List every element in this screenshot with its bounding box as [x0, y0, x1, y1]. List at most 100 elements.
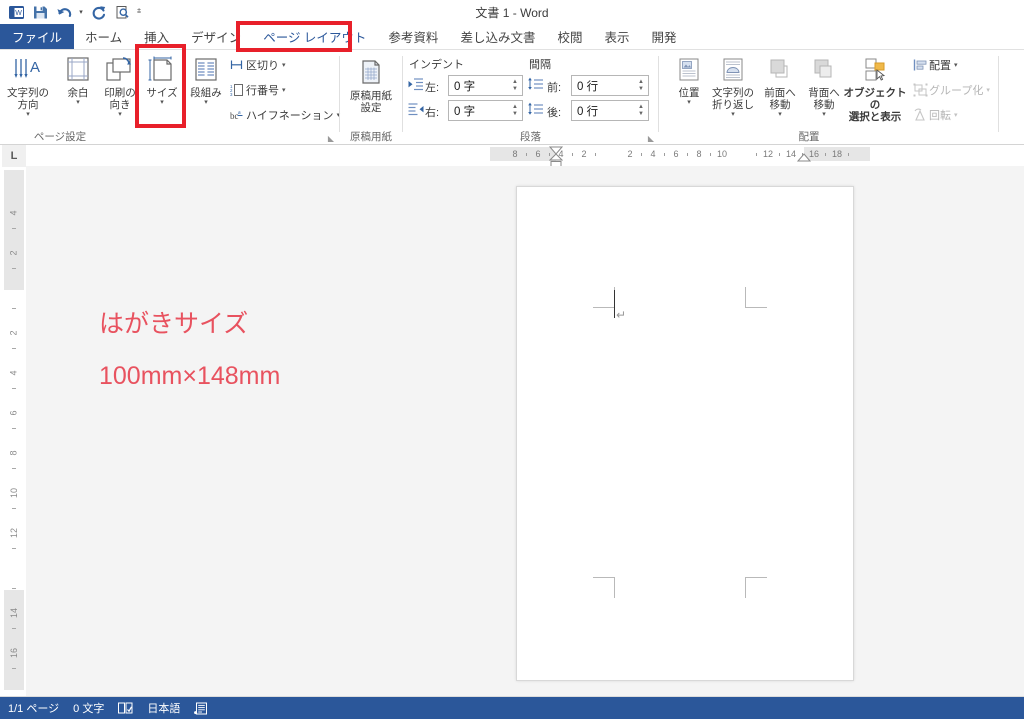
line-numbers-button[interactable]: 123 行番号 ▾ [228, 80, 286, 100]
tab-design[interactable]: デザイン [180, 24, 252, 49]
quick-access-toolbar: W ▾ ⩲ 文書 1 - Word [0, 0, 1024, 24]
vruler-tick [12, 548, 16, 549]
print-preview-icon[interactable] [110, 1, 134, 23]
indent-right-field[interactable]: 0 字 ▲ ▼ [448, 100, 523, 121]
columns-button[interactable]: 段組み ▾ [182, 53, 230, 106]
hruler-num-5: 4 [650, 149, 656, 159]
wrap-text-icon [718, 53, 748, 85]
group-caret-icon[interactable]: ▾ [986, 86, 990, 94]
manuscript-settings-label: 原稿用紙 設定 [350, 90, 392, 114]
group-button[interactable]: グループ化 ▾ [911, 80, 990, 100]
vruler-num-7: 12 [8, 527, 19, 539]
annotation-line-1: はがきサイズ [99, 310, 249, 338]
breaks-button[interactable]: 区切り ▾ [228, 55, 286, 75]
status-bar: 1/1 ページ 0 文字 日本語 [0, 697, 1024, 719]
vruler-tick [12, 308, 16, 309]
indent-left-stepper[interactable]: ▲ ▼ [508, 76, 522, 95]
horizontal-ruler[interactable]: 8 6 4 2 2 4 6 8 10 12 14 16 18 [26, 146, 1024, 168]
vruler-num-0: 4 [8, 210, 19, 216]
spacing-before-field[interactable]: 0 行 ▲ ▼ [571, 75, 649, 96]
hruler-tick [572, 153, 573, 156]
save-icon[interactable] [28, 1, 52, 23]
word-application-window: W ▾ ⩲ 文書 1 - Word ファイル ホーム 挿入 デザイン ページ レ… [0, 0, 1024, 719]
vruler-tick [12, 268, 16, 269]
indent-left-icon [408, 77, 424, 96]
vertical-ruler[interactable]: 4 2 2 4 6 8 10 12 14 16 [4, 170, 24, 690]
tab-review[interactable]: 校閲 [546, 24, 593, 49]
orientation-button[interactable]: 印刷の 向き ▾ [96, 53, 144, 118]
macro-recording-icon[interactable] [194, 702, 208, 715]
tab-references[interactable]: 参考資料 [377, 24, 449, 49]
tab-home[interactable]: ホーム [74, 24, 133, 49]
breaks-caret-icon[interactable]: ▾ [282, 61, 286, 69]
selection-pane-button[interactable]: オブジェクトの 選択と表示 [841, 53, 909, 123]
tab-mailings[interactable]: 差し込み文書 [449, 24, 546, 49]
hruler-tick [779, 153, 780, 156]
indent-left-value: 0 字 [454, 80, 476, 93]
proofing-errors-icon[interactable] [118, 702, 133, 715]
align-caret-icon[interactable]: ▾ [954, 61, 958, 69]
tab-file[interactable]: ファイル [0, 24, 75, 49]
group-label-arrange: 配置 [798, 131, 820, 143]
tab-view[interactable]: 表示 [593, 24, 640, 49]
position-caret-icon[interactable]: ▾ [687, 99, 691, 106]
hyphenation-button[interactable]: bc a ハイフネーション ▾ [228, 105, 341, 125]
margins-caret-icon[interactable]: ▾ [76, 99, 80, 106]
columns-label: 段組み [190, 87, 222, 99]
document-page[interactable]: ↵ [516, 186, 854, 681]
columns-caret-icon[interactable]: ▾ [204, 99, 208, 106]
spacing-after-stepper[interactable]: ▲ ▼ [634, 101, 648, 120]
position-button[interactable]: 位置 ▾ [665, 53, 713, 106]
bring-forward-caret-icon[interactable]: ▾ [778, 111, 782, 118]
tab-developer[interactable]: 開発 [640, 24, 687, 49]
wrap-text-button[interactable]: 文字列の 折り返し ▾ [709, 53, 757, 118]
send-backward-caret-icon[interactable]: ▾ [822, 111, 826, 118]
hruler-num-12: 18 [831, 149, 843, 159]
rotate-button[interactable]: 回転 ▾ [911, 105, 958, 125]
page-setup-dialog-launcher[interactable]: ◣ [328, 134, 334, 143]
tab-insert[interactable]: 挿入 [133, 24, 180, 49]
wrap-text-caret-icon[interactable]: ▾ [731, 111, 735, 118]
tab-stop-selector[interactable]: L [2, 145, 26, 167]
paragraph-mark: ↵ [616, 308, 627, 322]
ribbon-group-arrange: 位置 ▾ 文字列の 折り返し ▾ 前面へ 移動 ▾ 背面へ 移動 ▾ オブジェク… [659, 50, 999, 145]
indent-right-stepper[interactable]: ▲ ▼ [508, 101, 522, 120]
margins-button[interactable]: 余白 ▾ [54, 53, 102, 106]
ribbon-group-manuscript-paper: 原稿用紙 設定 原稿用紙 [340, 50, 402, 145]
word-logo-icon: W [4, 1, 28, 23]
undo-dropdown-icon[interactable]: ▾ [76, 1, 86, 23]
size-caret-icon[interactable]: ▾ [160, 99, 164, 106]
text-direction-button[interactable]: A 文字列の 方向 ▾ [4, 53, 52, 118]
right-indent-marker[interactable] [797, 153, 811, 162]
margins-icon [63, 53, 93, 85]
rotate-caret-icon[interactable]: ▾ [954, 111, 958, 119]
status-word-count[interactable]: 0 文字 [73, 700, 104, 716]
paragraph-dialog-launcher[interactable]: ◣ [648, 134, 654, 143]
undo-icon[interactable] [52, 1, 76, 23]
redo-icon[interactable] [86, 1, 110, 23]
status-page-indicator[interactable]: 1/1 ページ [8, 700, 59, 716]
document-canvas[interactable]: はがきサイズ 100mm×148mm ↵ [26, 166, 1024, 697]
hruler-tick [687, 153, 688, 156]
align-button[interactable]: 配置 ▾ [911, 55, 958, 75]
spacing-after-field[interactable]: 0 行 ▲ ▼ [571, 100, 649, 121]
group-divider-4 [998, 56, 999, 132]
orientation-caret-icon[interactable]: ▾ [118, 111, 122, 118]
hruler-left-margin-band [490, 147, 556, 161]
tab-page-layout[interactable]: ページ レイアウト [252, 24, 378, 49]
hyphenation-label: ハイフネーション [246, 110, 334, 122]
manuscript-settings-button[interactable]: 原稿用紙 設定 [347, 56, 395, 114]
customize-qat-icon[interactable]: ⩲ [134, 1, 144, 23]
ribbon-group-paragraph: インデント 間隔 左: 0 字 ▲ ▼ 右: 0 字 ▲ ▼ 前: 0 行 ▲ … [403, 50, 658, 145]
vruler-tick [12, 348, 16, 349]
hruler-num-6: 6 [673, 149, 679, 159]
status-language[interactable]: 日本語 [147, 700, 180, 716]
size-button[interactable]: サイズ ▾ [138, 53, 186, 106]
bring-forward-button[interactable]: 前面へ 移動 ▾ [756, 53, 804, 118]
text-direction-caret-icon[interactable]: ▾ [26, 111, 30, 118]
indent-left-field[interactable]: 0 字 ▲ ▼ [448, 75, 523, 96]
hruler-tick [641, 153, 642, 156]
hruler-tick [595, 153, 596, 156]
line-numbers-caret-icon[interactable]: ▾ [282, 86, 286, 94]
spacing-before-stepper[interactable]: ▲ ▼ [634, 76, 648, 95]
